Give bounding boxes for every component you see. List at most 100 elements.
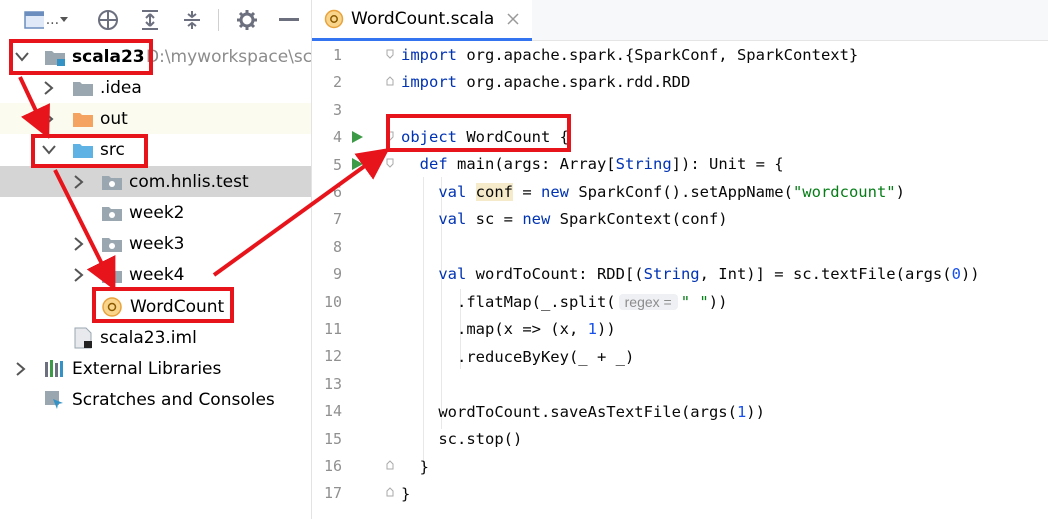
line-number: 17 (323, 484, 342, 503)
code-line-14: wordToCount.saveAsTextFile(args(1)) (401, 403, 765, 421)
annotation-box-src (31, 134, 148, 168)
chevron-right-icon[interactable] (14, 361, 28, 376)
annotation-box-scala23 (9, 39, 153, 75)
code-editor[interactable]: 1 2 3 4 5 6 7 8 9 10 11 12 13 14 15 16 17 import org.apa… (312, 41, 1048, 519)
tree-label: week3 (129, 233, 185, 254)
minimize-icon (279, 18, 299, 21)
line-number: 9 (332, 265, 342, 284)
code-line-1: import org.apache.spark.{SparkConf, Spar… (401, 46, 859, 64)
line-number: 16 (323, 457, 342, 475)
chevron-down-icon (60, 17, 68, 22)
tree-item-iml[interactable]: scala23.iml (0, 322, 311, 353)
tree-item-out[interactable]: out (0, 103, 311, 134)
parameter-hint: regex = (618, 294, 678, 310)
annotation-box-wordcount (92, 287, 234, 323)
tree-label: .idea (100, 77, 142, 98)
line-number: 14 (323, 402, 342, 421)
project-panel: ... scala23 D:\myworkspace\scala23 .idea (0, 0, 311, 519)
code-line-17: } (401, 485, 411, 503)
code-line-12: .reduceByKey(_ + _) (401, 348, 635, 366)
chevron-right-icon[interactable] (42, 111, 56, 126)
package-icon (102, 237, 122, 252)
scala-object-icon (324, 9, 344, 29)
tree-label: week4 (129, 264, 185, 285)
gear-icon (237, 10, 257, 30)
settings-button[interactable] (235, 8, 259, 32)
expand-all-button[interactable] (138, 8, 162, 32)
crosshair-icon (98, 10, 118, 30)
chevron-right-icon[interactable] (72, 174, 86, 189)
tree-label: com.hnlis.test (129, 171, 249, 192)
tree-item-week4[interactable]: week4 (0, 259, 311, 290)
chevron-right-icon[interactable] (42, 80, 56, 95)
close-icon[interactable] (506, 12, 520, 26)
libraries-icon (45, 359, 63, 377)
iml-file-icon (74, 327, 92, 348)
tree-item-external-libraries[interactable]: External Libraries (0, 353, 311, 384)
collapse-all-icon (184, 11, 200, 29)
line-number: 8 (332, 237, 342, 256)
annotation-box-object (386, 114, 571, 152)
toolbar-separator (218, 9, 219, 31)
tree-label: External Libraries (72, 358, 222, 379)
line-number: 6 (332, 183, 342, 201)
chevron-right-icon[interactable] (72, 267, 86, 282)
line-number: 1 (332, 46, 342, 64)
fold-icon[interactable] (386, 460, 394, 470)
folder-orange-icon (73, 112, 93, 127)
code-line-5: def main(args: Array[String]): Unit = { (419, 155, 784, 173)
line-number: 15 (323, 429, 342, 448)
project-path: D:\myworkspace\scala23 (146, 46, 311, 67)
tree-item-com-hnlis-test[interactable]: com.hnlis.test (0, 166, 311, 197)
line-number: 2 (332, 73, 342, 92)
fold-icon[interactable] (386, 76, 394, 86)
tree-label: scala23.iml (100, 327, 197, 348)
tree-label: out (100, 108, 128, 129)
code-line-16: } (401, 458, 429, 476)
tree-item-idea[interactable]: .idea (0, 72, 311, 103)
code-line-11: .map(x => (x, 1)) (401, 320, 616, 338)
line-number: 7 (332, 210, 342, 229)
code-line-10: .flatMap(_.split(regex = " ")) (401, 293, 728, 311)
view-more-dots: ... (45, 12, 60, 28)
folder-icon (73, 81, 93, 96)
tree-label: week2 (129, 202, 185, 223)
tree-item-scratches[interactable]: Scratches and Consoles (0, 384, 311, 415)
line-number: 13 (323, 374, 342, 393)
hide-panel-button[interactable] (277, 8, 301, 32)
code-line-7: val sc = new SparkContext(conf) (438, 210, 728, 228)
code-line-9: val wordToCount: RDD[(String, Int)] = sc… (438, 265, 980, 283)
expand-all-icon (142, 10, 158, 30)
editor-tab-bar: WordCount.scala (312, 0, 1048, 41)
chevron-right-icon[interactable] (72, 236, 86, 251)
run-icon[interactable] (352, 131, 363, 143)
line-number: 5 (332, 155, 342, 174)
fold-icon[interactable] (386, 49, 394, 59)
fold-icon[interactable] (386, 158, 394, 168)
line-number: 11 (323, 320, 342, 338)
run-icon[interactable] (352, 158, 363, 170)
project-view-icon (24, 11, 44, 29)
tree-item-week2[interactable]: week2 (0, 197, 311, 228)
tree-item-week3[interactable]: week3 (0, 228, 311, 259)
fold-icon[interactable] (386, 487, 394, 497)
tab-wordcount-scala[interactable]: WordCount.scala (312, 0, 533, 41)
line-number: 3 (332, 100, 342, 119)
code-line-2: import org.apache.spark.rdd.RDD (401, 73, 691, 91)
line-number: 10 (323, 292, 342, 311)
tab-label: WordCount.scala (351, 9, 495, 29)
package-icon (102, 206, 122, 221)
line-number: 4 (332, 128, 342, 147)
code-line-6: val conf = new SparkConf().setAppName("w… (438, 183, 905, 201)
project-toolbar: ... (0, 0, 311, 40)
package-icon (102, 268, 122, 283)
scratches-icon (45, 390, 63, 409)
editor-gutter: 1 2 3 4 5 6 7 8 9 10 11 12 13 14 15 16 17 (312, 41, 392, 519)
line-number: 12 (323, 347, 342, 366)
locate-button[interactable] (95, 8, 121, 32)
code-line-15: sc.stop() (401, 430, 523, 448)
tree-label: Scratches and Consoles (72, 389, 275, 410)
collapse-all-button[interactable] (180, 8, 204, 32)
package-icon (102, 175, 122, 190)
project-view-selector[interactable]: ... (24, 8, 68, 32)
